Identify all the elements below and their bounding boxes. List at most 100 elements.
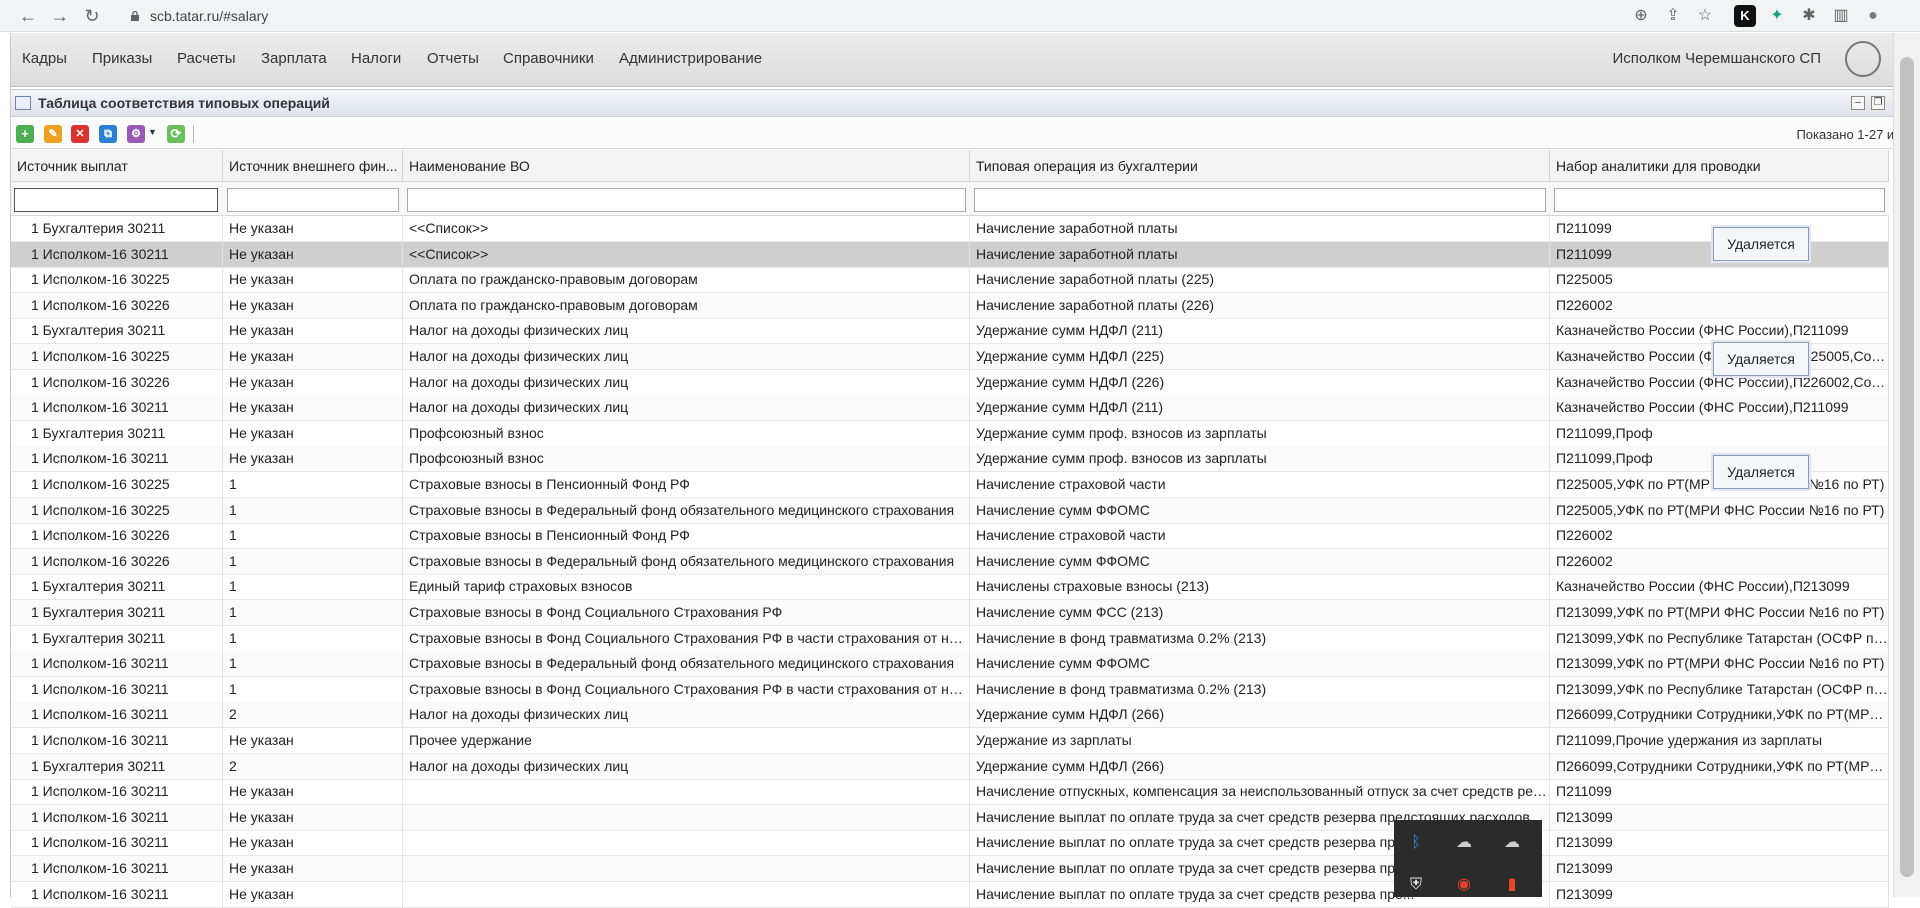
cell-analytics: П266099,Сотрудники Сотрудники,УФК по РТ(…	[1550, 702, 1889, 729]
table-row[interactable]: 1 Исполком-16 30211 Не указан Начисление в…	[11, 830, 1889, 857]
profile-icon[interactable]: ●	[1862, 5, 1884, 27]
table-row[interactable]: 1 Исполком-16 30211 1 Страховые взносы в Ф…	[11, 676, 1889, 703]
cell-source: 1 Исполком-16 30211	[11, 651, 223, 678]
organization-name[interactable]: Исполком Черемшанского СП	[1612, 50, 1821, 67]
table-row[interactable]: 1 Исполком-16 30211 Не указан Прочее удерж…	[11, 728, 1889, 754]
cell-ext-source: Не указан	[223, 267, 403, 294]
table-row[interactable]: 1 Исполком-16 30211 Не указан Начисление в…	[11, 856, 1889, 882]
cell-source: 1 Исполком-16 30225	[11, 497, 223, 524]
table-row[interactable]: 1 Исполком-16 30211 2 Налог на доходы физи…	[11, 702, 1889, 729]
table-row[interactable]: 1 Исполком-16 30225 Не указан Оплата по гр…	[11, 267, 1889, 294]
cell-analytics: П213099,УФК по РТ(МРИ ФНС России №16 по …	[1550, 600, 1889, 626]
main-menu: Кадры Приказы Расчеты Зарплата Налоги От…	[11, 33, 1901, 87]
share-icon[interactable]: ⇪	[1662, 5, 1684, 27]
table-row[interactable]: 1 Исполком-16 30226 Не указан Налог на дох…	[11, 369, 1889, 396]
cell-name: Страховые взносы в Фонд Социального Стра…	[403, 625, 970, 652]
cloud-offline-icon[interactable]: ☁	[1498, 832, 1526, 854]
reload-icon[interactable]: ↻	[80, 4, 104, 28]
menu-item-otchety[interactable]: Отчеты	[427, 50, 479, 67]
cell-name: Налог на доходы физических лиц	[403, 369, 970, 396]
cell-source: 1 Исполком-16 30225	[11, 344, 223, 370]
table-row[interactable]: 1 Бухгалтерия 30211 2 Налог на доходы физи…	[11, 753, 1889, 780]
browser-toolbar: ← → ↻ scb.tatar.ru/#salary ⊕ ⇪ ☆ K ✦ ✱ ▥…	[0, 0, 1920, 32]
add-icon[interactable]: +	[16, 125, 34, 143]
table-row[interactable]: 1 Исполком-16 30225 1 Страховые взносы в Ф…	[11, 497, 1889, 524]
chevron-down-icon[interactable]: ▼	[148, 127, 157, 137]
settings-icon[interactable]: ⚙	[127, 125, 145, 143]
table-row[interactable]: 1 Исполком-16 30226 Не указан Оплата по гр…	[11, 292, 1889, 319]
cell-source: 1 Исполком-16 30211	[11, 728, 223, 754]
cloud-offline-icon[interactable]: ☁	[1450, 832, 1478, 854]
cell-ext-source: 2	[223, 702, 403, 729]
filter-name-input[interactable]	[407, 188, 966, 212]
lock-icon	[131, 11, 139, 21]
table-row[interactable]: 1 Исполком-16 30211 Не указан Начисление в…	[11, 881, 1889, 908]
menu-item-spravochniki[interactable]: Справочники	[503, 50, 594, 67]
menu-item-zarplata[interactable]: Зарплата	[261, 50, 327, 67]
table-row[interactable]: 1 Исполком-16 30211 Не указан Профсоюзный …	[11, 446, 1889, 473]
table-row[interactable]: 1 Бухгалтерия 30211 1 Страховые взносы в Ф…	[11, 625, 1889, 652]
back-icon[interactable]: ←	[16, 4, 40, 28]
puzzle-icon[interactable]: ✱	[1798, 5, 1820, 27]
clock-icon[interactable]	[1845, 41, 1881, 77]
filter-operation-input[interactable]	[974, 188, 1546, 212]
scrollbar-thumb[interactable]	[1900, 57, 1914, 877]
refresh-icon[interactable]: ⟳	[167, 125, 185, 143]
table-row[interactable]: 1 Исполком-16 30211 Не указан Начисление о…	[11, 779, 1889, 806]
minimize-button[interactable]: –	[1851, 96, 1865, 110]
delete-icon[interactable]: ✕	[71, 125, 89, 143]
cell-ext-source: 1	[223, 600, 403, 626]
cell-name: Оплата по гражданско-правовым договорам	[403, 267, 970, 294]
chrome-icon[interactable]: ◉	[1450, 874, 1478, 896]
cell-ext-source: Не указан	[223, 216, 403, 242]
column-header-analytics[interactable]: Набор аналитики для проводки	[1550, 150, 1889, 182]
column-header-name[interactable]: Наименование ВО	[403, 150, 970, 182]
table-row[interactable]: 1 Бухгалтерия 30211 Не указан Налог на дох…	[11, 318, 1889, 345]
edit-icon[interactable]: ✎	[44, 125, 62, 143]
menu-item-administrirovanie[interactable]: Администрирование	[619, 50, 762, 67]
cell-name: Налог на доходы физических лиц	[403, 344, 970, 370]
cell-analytics: П213099,УФК по РТ(МРИ ФНС России №16 по …	[1550, 651, 1889, 678]
maximize-button[interactable]: ❐	[1871, 96, 1885, 110]
table-row[interactable]: 1 Исполком-16 30211 Не указан Налог на дох…	[11, 395, 1889, 422]
filter-ext-source-input[interactable]	[227, 188, 399, 212]
cell-operation: Удержание сумм проф. взносов из зарплаты	[970, 446, 1550, 473]
sidebar-icon[interactable]: ▥	[1830, 5, 1852, 27]
cell-name: Налог на доходы физических лиц	[403, 318, 970, 345]
column-header-source[interactable]: Источник выплат	[11, 150, 223, 182]
table-row[interactable]: 1 Бухгалтерия 30211 Не указан Профсоюзный …	[11, 420, 1889, 447]
table-row[interactable]: 1 Исполком-16 30226 1 Страховые взносы в П…	[11, 523, 1889, 550]
cell-operation: Начисление страховой части	[970, 472, 1550, 498]
cell-operation: Начисление сумм ФСС (213)	[970, 600, 1550, 626]
cell-name	[403, 830, 970, 857]
forward-icon[interactable]: →	[48, 4, 72, 28]
star-icon[interactable]: ☆	[1694, 5, 1716, 27]
table-row[interactable]: 1 Исполком-16 30225 1 Страховые взносы в П…	[11, 472, 1889, 498]
table-row[interactable]: 1 Бухгалтерия 30211 1 Единый тариф страхов…	[11, 574, 1889, 601]
office-icon[interactable]: ▮	[1498, 874, 1526, 896]
filter-analytics-input[interactable]	[1554, 188, 1885, 212]
column-header-ext-source[interactable]: Источник внешнего фин...	[223, 150, 403, 182]
vertical-scrollbar[interactable]	[1893, 33, 1920, 897]
table-row[interactable]: 1 Исполком-16 30211 1 Страховые взносы в Ф…	[11, 651, 1889, 678]
menu-item-nalogi[interactable]: Налоги	[351, 50, 401, 67]
filter-source-input[interactable]	[14, 188, 218, 212]
menu-item-prikazy[interactable]: Приказы	[92, 50, 152, 67]
table-row[interactable]: 1 Исполком-16 30225 Не указан Налог на дох…	[11, 344, 1889, 370]
menu-item-raschety[interactable]: Расчеты	[177, 50, 236, 67]
cell-ext-source: 1	[223, 497, 403, 524]
copy-icon[interactable]: ⧉	[99, 125, 117, 143]
table-row[interactable]: 1 Бухгалтерия 30211 1 Страховые взносы в Ф…	[11, 600, 1889, 626]
table-row[interactable]: 1 Исполком-16 30226 1 Страховые взносы в Ф…	[11, 548, 1889, 575]
extension-chatgpt-icon[interactable]: ✦	[1766, 5, 1788, 27]
cell-name	[403, 856, 970, 882]
table-row[interactable]: 1 Бухгалтерия 30211 Не указан <<Список>> На…	[11, 216, 1889, 242]
extension-k-icon[interactable]: K	[1734, 5, 1756, 27]
zoom-icon[interactable]: ⊕	[1630, 5, 1652, 27]
bluetooth-icon[interactable]: ᛒ	[1402, 832, 1430, 854]
table-row[interactable]: 1 Исполком-16 30211 Не указан Начисление в…	[11, 804, 1889, 831]
shield-icon[interactable]: ⛨	[1402, 874, 1430, 896]
table-row[interactable]: 1 Исполком-16 30211 Не указан <<Список>> На…	[11, 241, 1889, 268]
menu-item-kadry[interactable]: Кадры	[22, 50, 67, 67]
column-header-operation[interactable]: Типовая операция из бухгалтерии	[970, 150, 1550, 182]
